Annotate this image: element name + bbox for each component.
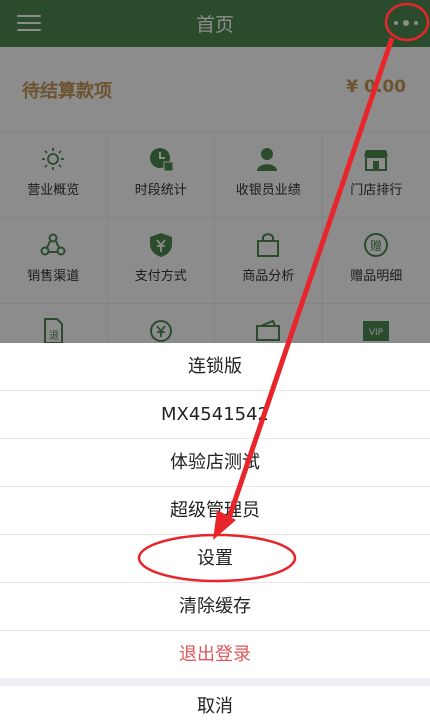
sheet-divider [0, 678, 430, 686]
app-screen: 首页 待结算款项 ¥ 0.00 营业概览 时段统计 收银员业绩 门店排行 销售渠… [0, 0, 430, 727]
cancel-button[interactable]: 取消 [0, 686, 430, 727]
account-id-item: MX4541542 [0, 391, 430, 439]
edition-item: 连锁版 [0, 343, 430, 391]
settings-button[interactable]: 设置 [0, 535, 430, 583]
user-role-item: 超级管理员 [0, 487, 430, 535]
clear-cache-button[interactable]: 清除缓存 [0, 583, 430, 631]
store-name-item: 体验店测试 [0, 439, 430, 487]
logout-button[interactable]: 退出登录 [0, 631, 430, 679]
action-sheet: 连锁版 MX4541542 体验店测试 超级管理员 设置 清除缓存 退出登录 取… [0, 343, 430, 727]
